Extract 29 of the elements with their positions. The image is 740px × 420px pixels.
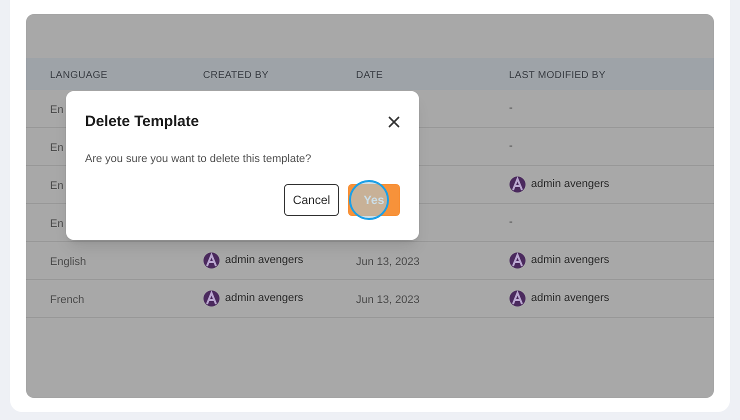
avatar-icon xyxy=(509,290,526,307)
table-cell: En xyxy=(50,142,64,154)
table-cell-text: - xyxy=(509,215,513,230)
column-header[interactable]: LANGUAGE xyxy=(50,70,108,81)
dialog-title: Delete Template xyxy=(85,112,199,132)
table-cell: En xyxy=(50,180,64,192)
close-icon[interactable] xyxy=(388,116,400,128)
user-name: admin avengers xyxy=(531,177,610,192)
table-cell-text: - xyxy=(509,101,513,116)
avatar-icon xyxy=(203,252,220,269)
avatar-icon xyxy=(203,290,220,307)
column-header[interactable]: LAST MODIFIED BY xyxy=(509,70,606,81)
user-name: admin avengers xyxy=(531,253,610,268)
user-name: admin avengers xyxy=(531,291,610,306)
table-cell: French xyxy=(50,294,84,306)
column-header[interactable]: CREATED BY xyxy=(203,70,269,81)
table-cell: Jun 13, 2023 xyxy=(356,294,420,306)
column-header[interactable]: DATE xyxy=(356,70,383,81)
table-cell-text: - xyxy=(509,139,513,154)
avatar-icon xyxy=(509,252,526,269)
cancel-button[interactable]: Cancel xyxy=(284,184,339,216)
user-name: admin avengers xyxy=(225,253,304,268)
table-cell: Jun 13, 2023 xyxy=(356,256,420,268)
user-name: admin avengers xyxy=(225,291,304,306)
avatar-icon xyxy=(509,176,526,193)
table-cell: En xyxy=(50,104,64,116)
dialog-message: Are you sure you want to delete this template? xyxy=(85,152,312,166)
table-cell: English xyxy=(50,256,86,268)
table-cell: En xyxy=(50,218,64,230)
